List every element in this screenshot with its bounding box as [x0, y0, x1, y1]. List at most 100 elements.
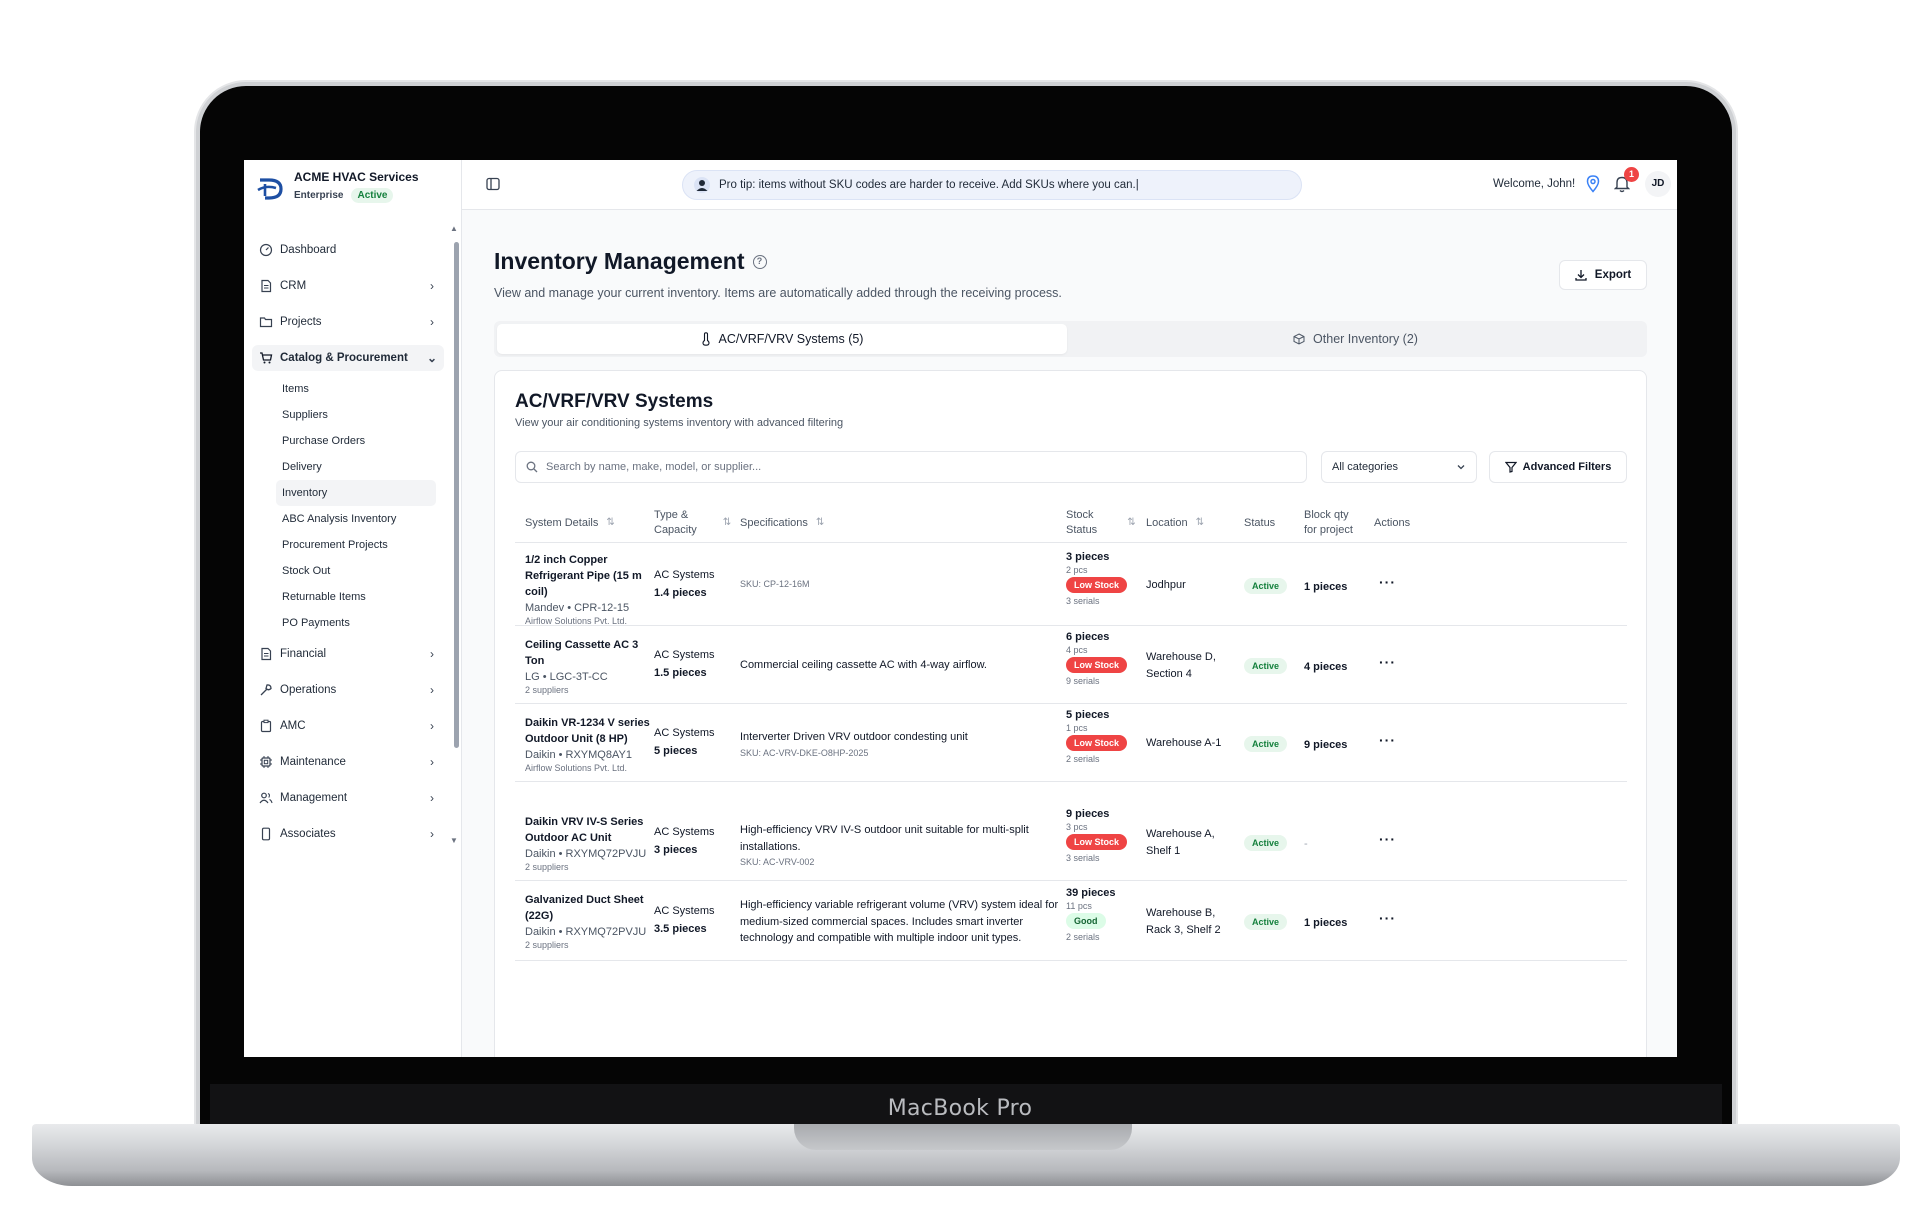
col-type-capacity[interactable]: Type & Capacity ⇅ — [654, 503, 731, 543]
block-quantity: 1 pieces — [1304, 580, 1348, 593]
sidebar-subitem-delivery[interactable]: Delivery — [276, 454, 436, 480]
sort-icon[interactable]: ⇅ — [1127, 516, 1135, 530]
category-select[interactable]: All categories — [1321, 451, 1477, 483]
more-actions-icon[interactable]: ··· — [1379, 910, 1396, 926]
sidebar-item-dashboard[interactable]: Dashboard — [252, 232, 444, 268]
stock-pieces: 3 pcs — [1066, 822, 1088, 832]
sidebar-subitem-suppliers[interactable]: Suppliers — [276, 402, 436, 428]
sidebar-subitem-stock-out[interactable]: Stock Out — [276, 558, 436, 584]
more-actions-icon[interactable]: ··· — [1379, 574, 1396, 590]
table-row[interactable]: Ceiling Cassette AC 3 Ton LG • LGC-3T-CC 2… — [515, 626, 1627, 704]
sidebar-item-maintenance[interactable]: Maintenance › — [252, 744, 444, 780]
page-subtitle: View and manage your current inventory. … — [494, 286, 1062, 300]
chevron-right-icon: › — [430, 683, 434, 697]
inventory-card: AC/VRF/VRV Systems View your air conditi… — [494, 370, 1647, 1057]
sidebar-toggle-icon[interactable] — [486, 177, 500, 191]
spec-text: Commercial ceiling cassette AC with 4-wa… — [740, 659, 987, 671]
sort-icon[interactable]: ⇅ — [816, 516, 824, 530]
sidebar-item-operations[interactable]: Operations › — [252, 672, 444, 708]
stock-level-badge: Good — [1066, 913, 1106, 929]
sidebar-item-associates[interactable]: Associates › — [252, 816, 444, 852]
sidebar-subitem-procurement-projects[interactable]: Procurement Projects — [276, 532, 436, 558]
sidebar-subitem-po-payments[interactable]: PO Payments — [276, 610, 436, 636]
app-screen: ACME HVAC Services Enterprise Active Das… — [244, 160, 1677, 1057]
system-name[interactable]: Ceiling Cassette AC 3 Ton — [525, 638, 655, 670]
sort-icon[interactable]: ⇅ — [723, 516, 731, 530]
spec-text: Interverter Driven VRV outdoor condestin… — [740, 731, 968, 743]
sidebar-subitem-purchase-orders[interactable]: Purchase Orders — [276, 428, 436, 454]
sidebar-subitem-abc-analysis-inventory[interactable]: ABC Analysis Inventory — [276, 506, 436, 532]
sidebar-item-crm[interactable]: CRM › — [252, 268, 444, 304]
location-pin-icon[interactable] — [1586, 175, 1600, 193]
more-actions-icon[interactable]: ··· — [1379, 732, 1396, 748]
stock-quantity: 5 pieces — [1066, 709, 1110, 721]
advanced-filters-button[interactable]: Advanced Filters — [1489, 451, 1627, 483]
sidebar-subitem-inventory[interactable]: Inventory — [276, 480, 436, 506]
type-category: AC Systems — [654, 568, 715, 581]
sidebar-item-financial[interactable]: Financial › — [252, 636, 444, 672]
system-name[interactable]: Galvanized Duct Sheet (22G) — [525, 893, 655, 925]
system-suppliers: Airflow Solutions Pvt. Ltd. — [525, 615, 628, 626]
export-button[interactable]: Export — [1559, 260, 1647, 290]
notification-count-badge[interactable]: 1 — [1624, 167, 1639, 182]
company-logo-icon — [257, 178, 283, 200]
sidebar-subitem-returnable-items[interactable]: Returnable Items — [276, 584, 436, 610]
col-type-label-2: Capacity — [654, 524, 697, 536]
sidebar-subitem-items[interactable]: Items — [276, 376, 436, 402]
tab-ac-systems[interactable]: AC/VRF/VRV Systems (5) — [497, 324, 1067, 354]
status-badge: Active — [1244, 658, 1288, 674]
sidebar-item-management[interactable]: Management › — [252, 780, 444, 816]
device-brand: MacBook Pro — [887, 1096, 1033, 1121]
dashboard-icon — [258, 242, 274, 258]
tab-other-inventory[interactable]: Other Inventory (2) — [1067, 324, 1644, 354]
scroll-up-arrow-icon[interactable]: ▲ — [450, 224, 458, 233]
scroll-down-arrow-icon[interactable]: ▼ — [450, 836, 458, 845]
col-spec-label: Specifications — [740, 516, 808, 529]
col-system-details[interactable]: System Details ⇅ — [525, 503, 615, 543]
chevron-down-icon: ⌄ — [426, 351, 438, 365]
serials-count[interactable]: 2 serials — [1066, 932, 1116, 942]
system-name[interactable]: 1/2 inch Copper Refrigerant Pipe (15 m c… — [525, 553, 655, 601]
help-icon[interactable]: ? — [752, 254, 767, 269]
type-capacity-cell: AC Systems 1.4 pieces — [654, 569, 715, 599]
system-name[interactable]: Daikin VR-1234 V series Outdoor Unit (8 … — [525, 716, 655, 748]
stock-status-cell: 39 pieces 11 pcs Good 2 serials — [1066, 887, 1116, 942]
sidebar-item-catalog-procurement[interactable]: Catalog & Procurement ⌄ — [252, 345, 444, 371]
chevron-right-icon: › — [430, 647, 434, 661]
sidebar-item-amc[interactable]: AMC › — [252, 708, 444, 744]
user-avatar[interactable]: JD — [1645, 171, 1671, 197]
search-icon — [526, 461, 538, 473]
system-suppliers: 2 suppliers — [525, 861, 569, 872]
sort-icon[interactable]: ⇅ — [606, 516, 614, 530]
col-location[interactable]: Location ⇅ — [1146, 503, 1204, 543]
more-actions-icon[interactable]: ··· — [1379, 654, 1396, 670]
table-row[interactable]: 1/2 inch Copper Refrigerant Pipe (15 m c… — [515, 543, 1627, 626]
org-header[interactable]: ACME HVAC Services Enterprise Active — [256, 168, 419, 212]
sidebar-item-projects[interactable]: Projects › — [252, 304, 444, 340]
specifications-cell: Commercial ceiling cassette AC with 4-wa… — [740, 657, 1060, 674]
sort-icon[interactable]: ⇅ — [1196, 516, 1204, 530]
sidebar-item-label: Financial — [280, 648, 327, 660]
capacity: 1.5 pieces — [654, 667, 707, 679]
table-row[interactable]: Galvanized Duct Sheet (22G) Daikin • RXYM… — [515, 881, 1627, 961]
search-input[interactable]: Search by name, make, model, or supplier… — [515, 451, 1307, 483]
serials-count[interactable]: 3 serials — [1066, 853, 1127, 863]
block-quantity: - — [1304, 838, 1308, 850]
serials-count[interactable]: 9 serials — [1066, 676, 1127, 686]
system-name[interactable]: Daikin VRV IV-S Series Outdoor AC Unit — [525, 815, 655, 847]
table-row[interactable]: Daikin VRV IV-S Series Outdoor AC Unit Da… — [515, 803, 1627, 881]
col-actions-label: Actions — [1374, 516, 1411, 529]
pro-tip-text: Pro tip: items without SKU codes are har… — [719, 179, 1139, 191]
sidebar-scrollbar[interactable] — [454, 242, 459, 748]
table-row[interactable]: Daikin VR-1234 V series Outdoor Unit (8 … — [515, 704, 1627, 782]
serials-count[interactable]: 3 serials — [1066, 596, 1127, 606]
spec-sku: SKU: AC-VRV-DKE-O8HP-2025 — [740, 747, 869, 758]
stock-level-badge: Low Stock — [1066, 576, 1128, 593]
col-specifications[interactable]: Specifications ⇅ — [740, 503, 824, 543]
col-status-label: Status — [1244, 516, 1276, 529]
more-actions-icon[interactable]: ··· — [1379, 831, 1396, 847]
serials-count[interactable]: 2 serials — [1066, 754, 1127, 764]
col-stock-status[interactable]: Stock Status ⇅ — [1066, 503, 1136, 543]
system-make-model: LG • LGC-3T-CC — [525, 670, 608, 683]
row-actions-cell: ··· — [1379, 831, 1396, 849]
